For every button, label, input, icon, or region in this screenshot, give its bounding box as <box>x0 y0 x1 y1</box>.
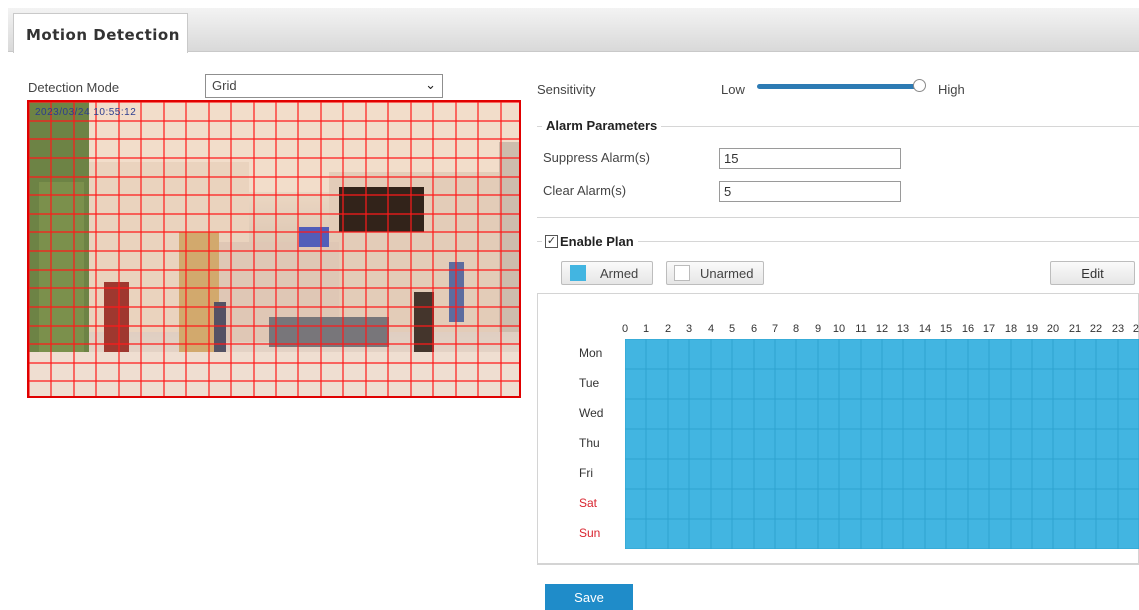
day-label-tue: Tue <box>579 376 600 390</box>
motion-detection-page: Motion Detection Detection Mode Grid ⌄ 2… <box>8 8 1139 610</box>
hour-label: 18 <box>1004 323 1018 335</box>
alarm-parameters-title: Alarm Parameters <box>542 118 662 133</box>
hour-label: 14 <box>918 323 932 335</box>
clear-alarm-input[interactable] <box>719 181 901 202</box>
video-timestamp: 2023/03/24 10:55:12 <box>35 107 137 118</box>
edit-button[interactable]: Edit <box>1050 261 1135 285</box>
hour-label: 1 <box>642 323 650 335</box>
armed-swatch <box>570 265 586 281</box>
hour-label: 22 <box>1089 323 1103 335</box>
hour-label: 24 <box>1132 323 1139 335</box>
day-label-thu: Thu <box>579 436 600 450</box>
hour-label: 16 <box>961 323 975 335</box>
hour-label: 0 <box>621 323 629 335</box>
hour-label: 5 <box>728 323 736 335</box>
day-label-wed: Wed <box>579 406 604 420</box>
chevron-down-icon: ⌄ <box>425 77 436 92</box>
day-label-fri: Fri <box>579 466 593 480</box>
detection-grid-overlay[interactable] <box>29 102 521 398</box>
day-label-mon: Mon <box>579 346 603 360</box>
suppress-alarm-input[interactable] <box>719 148 901 169</box>
hour-label: 21 <box>1068 323 1082 335</box>
sensitivity-low-label: Low <box>721 82 745 97</box>
unarmed-label: Unarmed <box>700 266 754 281</box>
hour-label: 7 <box>771 323 779 335</box>
day-label-sun: Sun <box>579 526 601 540</box>
tab-motion-detection[interactable]: Motion Detection <box>13 13 188 53</box>
selected-area-tint <box>29 102 519 396</box>
hour-label: 3 <box>685 323 693 335</box>
alarm-parameters-group <box>537 126 1139 218</box>
save-button[interactable]: Save <box>545 584 633 610</box>
hour-label: 8 <box>792 323 800 335</box>
schedule-grid[interactable] <box>624 338 1139 550</box>
hour-label: 19 <box>1025 323 1039 335</box>
hour-label: 23 <box>1111 323 1125 335</box>
hour-label: 9 <box>814 323 822 335</box>
sensitivity-slider[interactable] <box>757 84 919 89</box>
hour-label: 11 <box>855 323 867 335</box>
sensitivity-label: Sensitivity <box>537 82 596 97</box>
detection-mode-label: Detection Mode <box>28 80 120 95</box>
suppress-alarm-label: Suppress Alarm(s) <box>543 150 650 165</box>
day-label-sat: Sat <box>579 496 598 510</box>
tab-bar: Motion Detection <box>8 8 1139 53</box>
armed-label: Armed <box>600 266 639 281</box>
enable-plan-checkbox[interactable]: ✓ <box>545 235 558 248</box>
hour-label: 17 <box>982 323 996 335</box>
hour-label: 10 <box>832 323 846 335</box>
hour-label: 4 <box>707 323 715 335</box>
hour-label: 2 <box>664 323 672 335</box>
schedule-grid-lines <box>624 338 1139 550</box>
clear-alarm-label: Clear Alarm(s) <box>543 183 627 198</box>
unarmed-swatch <box>674 265 690 281</box>
hour-label: 20 <box>1046 323 1060 335</box>
hour-label: 6 <box>750 323 758 335</box>
camera-preview-grid[interactable]: 2023/03/24 10:55:12 <box>27 100 521 398</box>
enable-plan-label: Enable Plan <box>560 234 634 249</box>
hour-label: 13 <box>896 323 910 335</box>
sensitivity-slider-handle[interactable] <box>913 79 926 92</box>
hour-label: 12 <box>875 323 889 335</box>
sensitivity-high-label: High <box>938 82 965 97</box>
detection-mode-select[interactable]: Grid ⌄ <box>205 74 443 98</box>
detection-mode-value: Grid <box>212 78 237 93</box>
hour-label: 15 <box>939 323 953 335</box>
